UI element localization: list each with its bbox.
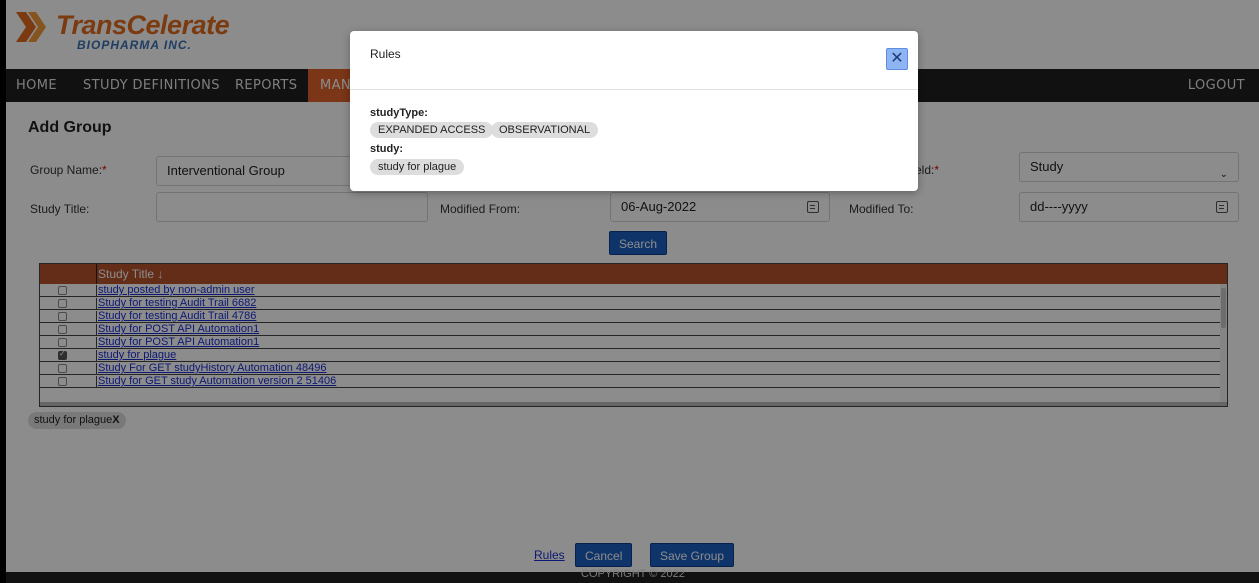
rules-modal: Rules ✕ studyType: EXPANDED ACCESS OBSER… [350, 31, 918, 191]
rule-value-chip: EXPANDED ACCESS [370, 122, 494, 138]
rule-value-chip: study for plague [370, 159, 465, 175]
app-frame: TransCelerate BIOPHARMA INC. HOME STUDY … [6, 0, 1259, 583]
rule-key-study: study: [370, 143, 403, 155]
rule-value-chip: OBSERVATIONAL [491, 122, 599, 138]
rule-key-study-type: studyType: [370, 107, 428, 119]
close-icon[interactable]: ✕ [886, 48, 908, 70]
modal-title: Rules [370, 47, 401, 61]
modal-divider [350, 89, 918, 90]
